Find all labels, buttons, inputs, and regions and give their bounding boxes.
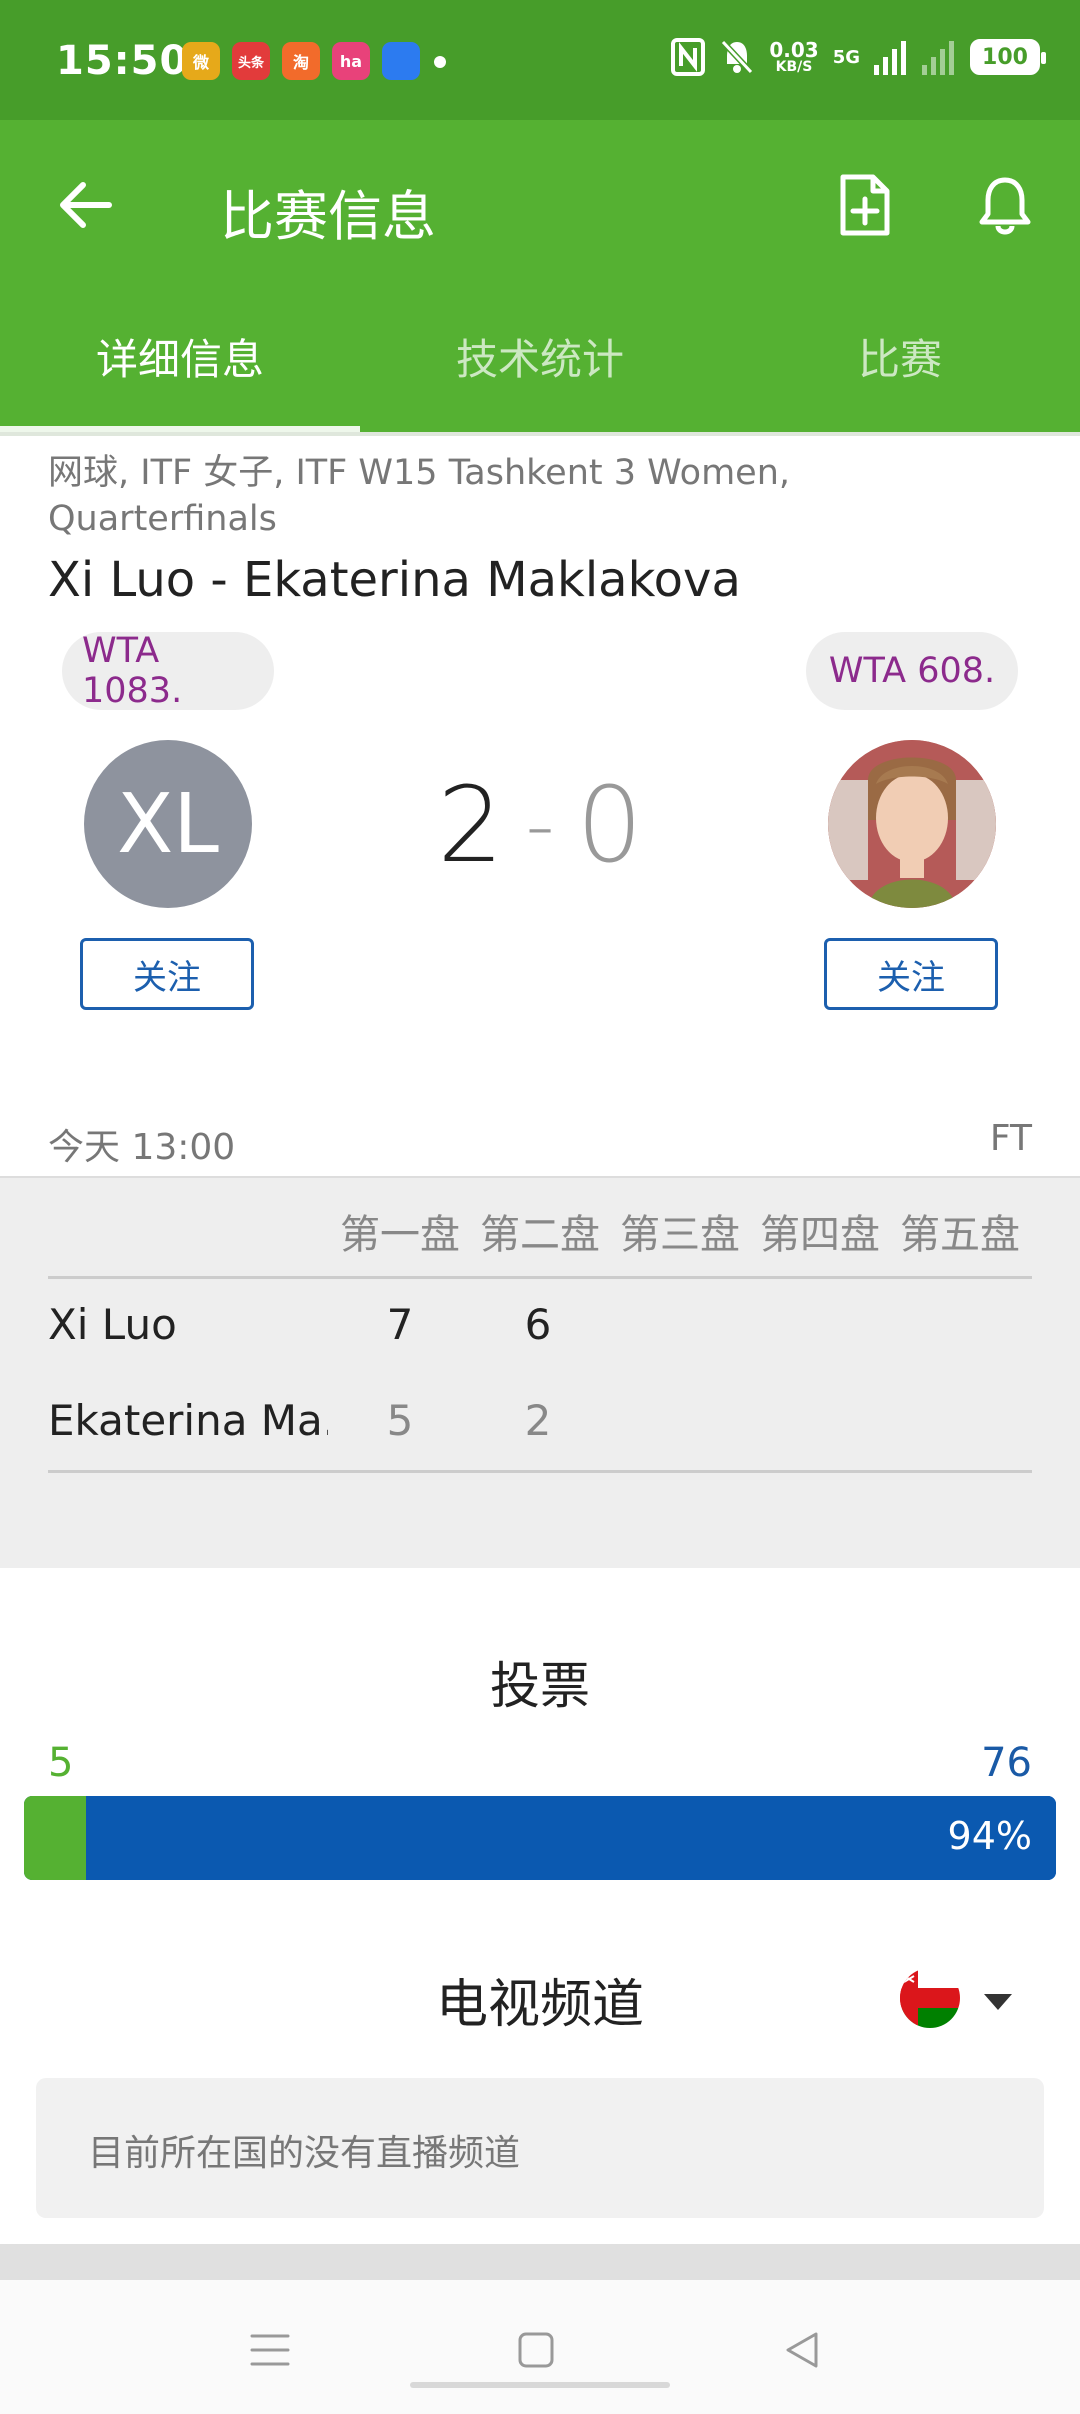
nfc-icon [671, 38, 706, 76]
toutiao-icon: 头条 [232, 42, 270, 80]
home-rank-badge: WTA 1083. [62, 631, 274, 711]
music-icon: ha [332, 42, 370, 80]
chevron-down-icon[interactable] [984, 1994, 1012, 2010]
document-plus-icon [840, 174, 890, 236]
set-scores-table: 第一盘 第二盘 第三盘 第四盘 第五盘 Xi Luo 7 6 Ekaterina… [0, 1176, 1080, 1568]
system-icons: 0.03 KB/S 5G 100 [671, 38, 1046, 76]
row-home-set1: 7 [386, 1300, 414, 1349]
country-flag-icon[interactable] [900, 1968, 960, 2028]
vote-title: 投票 [490, 1657, 590, 1715]
recent-apps-button[interactable] [230, 2310, 310, 2390]
away-player-photo [828, 740, 996, 908]
arrow-left-icon [60, 182, 112, 228]
network-type: 5G [832, 46, 860, 68]
signal-2-icon [922, 41, 954, 75]
triangle-back-icon [786, 2332, 818, 2368]
network-speed-unit: KB/S [775, 59, 813, 75]
home-vote-count: 5 [48, 1740, 74, 1786]
table-divider [48, 1276, 1032, 1279]
row-away-name: Ekaterina Ma... [48, 1396, 328, 1445]
more-notifications-dot [434, 56, 446, 68]
tab-matches[interactable]: 比赛 [720, 280, 1080, 432]
set-header-5: 第五盘 [900, 1212, 1020, 1258]
section-divider [0, 2244, 1080, 2280]
away-vote-percent: 94% [947, 1814, 1032, 1858]
row-home-set2: 6 [524, 1300, 552, 1349]
system-back-button[interactable] [762, 2310, 842, 2390]
home-button[interactable] [496, 2310, 576, 2390]
away-rank-badge: WTA 608. [806, 632, 1018, 710]
system-nav-bar [0, 2280, 1080, 2414]
battery-icon: 100 [970, 39, 1046, 75]
square-icon [518, 2332, 554, 2368]
home-indicator [410, 2382, 670, 2388]
back-button[interactable] [50, 170, 120, 240]
match-score: 2 - 0 [430, 764, 650, 886]
add-note-button[interactable] [830, 170, 900, 240]
set-header-4: 第四盘 [760, 1212, 880, 1258]
set-header-1: 第一盘 [340, 1212, 460, 1258]
status-bar: 15:50 微 头条 淘 ha 0.03 KB/S 5G 100 [0, 0, 1080, 120]
away-player-avatar[interactable] [828, 740, 996, 908]
tab-shadow [0, 432, 1080, 436]
score-separator: - [525, 778, 555, 872]
follow-away-button[interactable]: 关注 [824, 938, 998, 1010]
tv-no-channels-message: 目前所在国的没有直播频道 [88, 2133, 521, 2174]
weibo-icon: 微 [182, 42, 220, 80]
page-title: 比赛信息 [220, 185, 436, 248]
set-headers: 第一盘 第二盘 第三盘 第四盘 第五盘 [330, 1202, 1030, 1260]
table-bottom-divider [48, 1470, 1032, 1473]
away-score: 0 [576, 764, 643, 886]
mute-icon [721, 39, 754, 75]
row-away-set1: 5 [386, 1396, 414, 1445]
browser-icon [382, 42, 420, 80]
breadcrumb[interactable]: 网球, ITF 女子, ITF W15 Tashkent 3 Women, Qu… [48, 450, 948, 542]
menu-icon [250, 2334, 290, 2366]
signal-icon [874, 41, 906, 75]
away-vote-fill[interactable]: 94% [85, 1796, 1056, 1880]
notification-icons: 微 头条 淘 ha [182, 42, 420, 80]
match-title: Xi Luo - Ekaterina Maklakova [48, 552, 741, 608]
taobao-icon: 淘 [282, 42, 320, 80]
notification-button[interactable] [970, 170, 1040, 240]
tv-channels-box: 目前所在国的没有直播频道 [36, 2078, 1044, 2218]
tab-bar: 详细信息 技术统计 比赛 [0, 280, 1080, 432]
status-time: 15:50 [56, 38, 189, 84]
app-bar: 比赛信息 [0, 120, 1080, 280]
follow-home-button[interactable]: 关注 [80, 938, 254, 1010]
network-speed: 0.03 KB/S [769, 40, 818, 74]
row-away-set2: 2 [524, 1396, 552, 1445]
home-player-avatar[interactable]: XL [84, 740, 252, 908]
away-vote-count: 76 [981, 1740, 1032, 1786]
home-score: 2 [437, 764, 504, 886]
vote-bar[interactable]: 94% [24, 1796, 1056, 1880]
set-header-3: 第三盘 [620, 1212, 740, 1258]
match-status: FT [989, 1118, 1032, 1159]
home-vote-fill[interactable] [24, 1796, 86, 1880]
tab-statistics[interactable]: 技术统计 [360, 280, 720, 432]
match-start-time: 今天 13:00 [48, 1127, 236, 1168]
tab-details[interactable]: 详细信息 [0, 280, 360, 432]
bell-icon [979, 177, 1031, 235]
oman-flag-icon [900, 1968, 960, 2028]
set-header-2: 第二盘 [480, 1212, 600, 1258]
row-home-name: Xi Luo [48, 1300, 177, 1349]
